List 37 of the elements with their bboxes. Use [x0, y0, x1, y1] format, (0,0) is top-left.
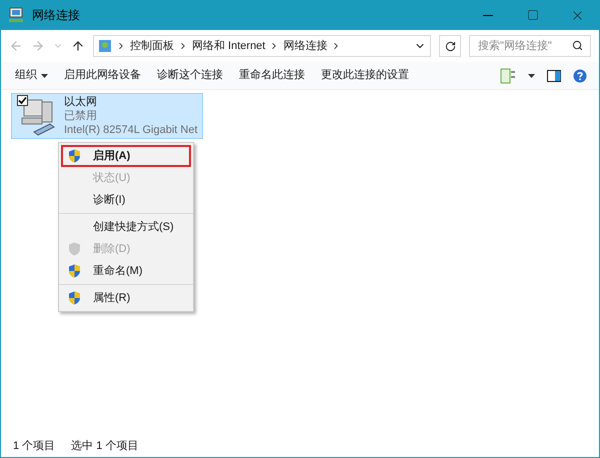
- window-title: 网络连接: [32, 7, 80, 24]
- control-panel-icon: [98, 39, 112, 53]
- view-options-icon[interactable]: [500, 68, 516, 84]
- minimize-icon: [482, 14, 492, 16]
- toolbar-button[interactable]: 诊断这个连接: [151, 64, 229, 86]
- menu-item[interactable]: 属性(R): [61, 287, 191, 309]
- search-field[interactable]: 搜索"网络连接": [469, 35, 591, 57]
- caret-icon: [41, 74, 48, 78]
- connection-status: 已禁用: [64, 109, 98, 123]
- search-icon: [572, 40, 583, 51]
- toolbar-button[interactable]: 组织: [9, 64, 54, 86]
- refresh-icon: [444, 40, 456, 52]
- up-icon[interactable]: [71, 39, 85, 53]
- preview-pane-icon[interactable]: [547, 70, 561, 82]
- menu-item[interactable]: 重命名(M): [61, 260, 191, 282]
- toolbar-button[interactable]: 重命名此连接: [233, 64, 311, 86]
- device-name: Intel(R) 82574L Gigabit Net: [64, 123, 198, 137]
- help-icon[interactable]: [573, 68, 587, 82]
- menu-item[interactable]: 诊断(I): [61, 189, 191, 211]
- menu-item[interactable]: 启用(A): [61, 145, 191, 167]
- check-icon: [18, 96, 27, 105]
- network-icon: [8, 7, 24, 23]
- breadcrumb[interactable]: 控制面板: [130, 38, 174, 54]
- refresh-button[interactable]: [439, 35, 461, 57]
- toolbar-button[interactable]: 更改此连接的设置: [315, 64, 415, 86]
- caret-icon[interactable]: [528, 74, 535, 78]
- maximize-icon: [526, 9, 538, 21]
- connection-name: 以太网: [64, 95, 98, 109]
- toolbar-button[interactable]: 启用此网络设备: [58, 64, 147, 86]
- address-field[interactable]: 控制面板 网络和 Internet 网络连接: [93, 35, 431, 57]
- status-text: 选中 1 个项目: [71, 438, 138, 454]
- menu-item[interactable]: 创建快捷方式(S): [61, 216, 191, 238]
- breadcrumb[interactable]: 网络连接: [283, 38, 328, 54]
- connection-tile[interactable]: 以太网 已禁用 Intel(R) 82574L Gigabit Net: [11, 93, 203, 139]
- status-text: 1 个项目: [13, 438, 56, 454]
- breadcrumb[interactable]: 网络和 Internet: [192, 38, 266, 54]
- checkbox[interactable]: [17, 95, 28, 106]
